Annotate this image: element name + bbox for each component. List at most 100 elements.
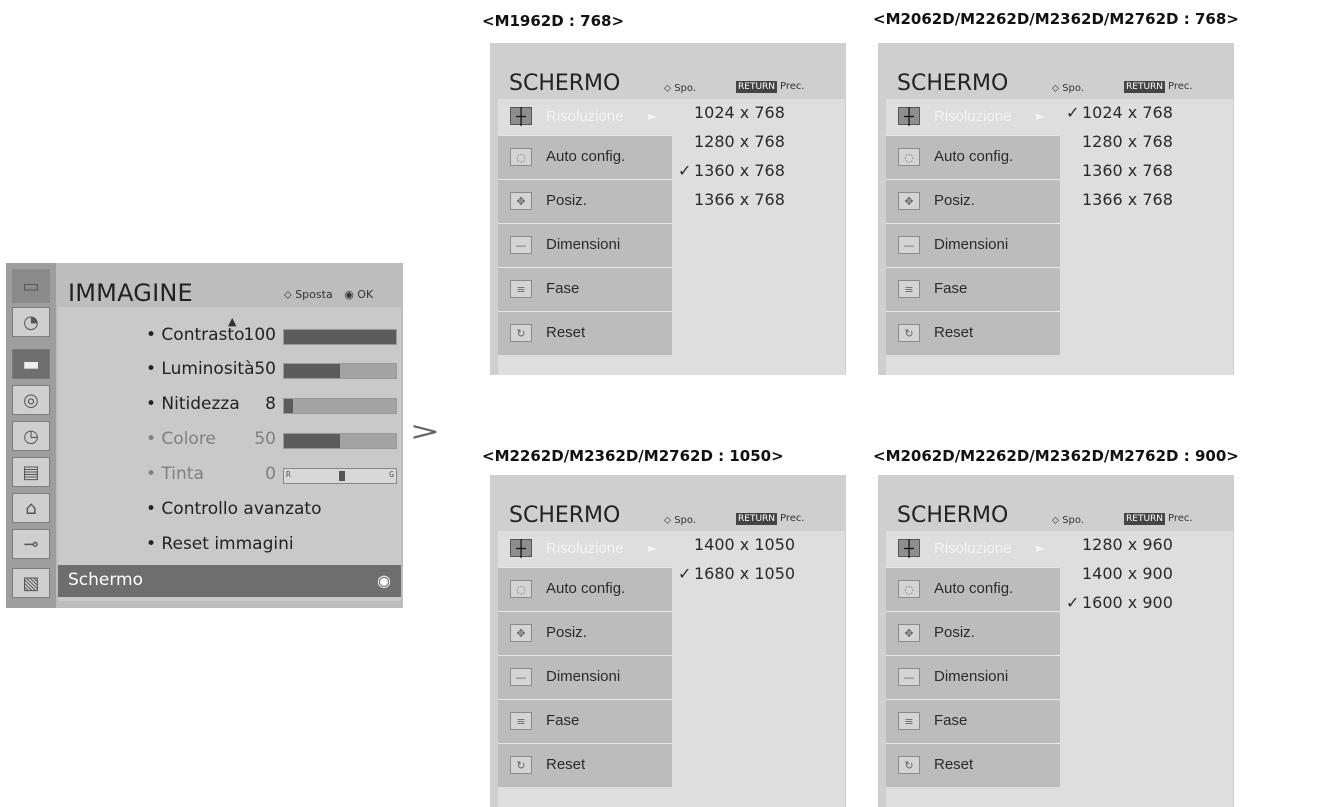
menu-item-label: Reset [546,756,586,773]
menu-item-auto-config[interactable]: ◌ Auto config. [498,135,672,179]
usb-photo-icon[interactable]: ▧ [12,568,50,598]
menu-item-risoluzione[interactable]: ┼ Risoluzione ► [886,531,1066,567]
clock-icon[interactable]: ◷ [12,421,50,451]
setting-label: • Nitidezza [146,394,240,414]
return-label: Prec. [1168,513,1193,524]
resolution-option[interactable]: 1280 x 768 [678,132,785,151]
submenu-arrow-icon: ► [648,541,658,555]
input-plug-icon[interactable]: ⊸ [12,529,50,559]
move-arrows-icon: ⬦ [664,83,671,94]
resolution-option[interactable]: 1360 x 768 [1066,161,1173,180]
menu-item-reset[interactable]: ↻ Reset [498,743,672,787]
menu-item-reset[interactable]: ↻ Reset [886,311,1060,355]
phase-icon: ≡ [898,280,920,298]
resolution-option[interactable]: 1366 x 768 [1066,190,1173,209]
resolution-option[interactable]: ✓ 1680 x 1050 [678,564,795,583]
resolution-option[interactable]: 1280 x 768 [1066,132,1173,151]
reset-icon: ↻ [898,324,920,342]
satellite-dish-icon[interactable]: ◔ [12,307,50,337]
move-arrows-icon: ⬦ [284,288,292,301]
menu-item-risoluzione[interactable]: ┼ Risoluzione ► [886,99,1066,135]
setting-label: • Colore [146,429,216,449]
tint-red-label: R [286,470,291,479]
schermo-menu: ┼ Risoluzione ► ◌ Auto config. ✥ Posiz. — Dimens… [498,531,845,807]
position-arrows-icon: ✥ [898,192,920,210]
resolution-option[interactable]: ✓ 1360 x 768 [678,161,785,180]
menu-item-label: Dimensioni [546,668,621,685]
tv-icon: ▭ [12,269,50,303]
menu-item-auto-config[interactable]: ◌ Auto config. [886,135,1060,179]
menu-item-label: Auto config. [934,580,1014,597]
checkmark-icon: ✓ [678,564,692,583]
hint-move-label: Spo. [674,515,697,526]
menu-item-dimensioni[interactable]: — Dimensioni [886,655,1060,699]
auto-config-icon: ◌ [510,580,532,598]
schermo-panel: SCHERMO ⬦ Spo. RETURN Prec. ┼ Risoluzione ► ◌ Au… [490,475,846,807]
menu-item-reset[interactable]: ↻ Reset [886,743,1060,787]
resolution-option-label: 1024 x 768 [694,103,785,122]
category-sidebar: ▭ ◔ ▬ ◎ ◷ ▤ ⌂ ⊸ ▧ [6,263,56,608]
schermo-menu: ┼ Risoluzione ► ◌ Auto config. ✥ Posiz. — Dimens… [886,531,1233,807]
panel-title: SCHERMO [897,503,1009,528]
menu-item-auto-config[interactable]: ◌ Auto config. [498,567,672,611]
menu-item-dimensioni[interactable]: — Dimensioni [498,655,672,699]
menu-item-label: Posiz. [934,624,975,641]
menu-item-fase[interactable]: ≡ Fase [498,699,672,743]
menu-item-fase[interactable]: ≡ Fase [498,267,672,311]
resolution-option[interactable]: 1400 x 900 [1066,564,1173,583]
menu-item-dimensioni[interactable]: — Dimensioni [886,223,1060,267]
brightness-bar[interactable] [283,363,397,379]
speaker-icon[interactable]: ◎ [12,385,50,415]
resolution-option[interactable]: 1366 x 768 [678,190,785,209]
immagine-menu: ▭ ◔ ▬ ◎ ◷ ▤ ⌂ ⊸ ▧ IMMAGINE ⬦ Sposta ◉ OK… [6,263,403,608]
resolution-option-label: 1400 x 1050 [694,535,796,554]
menu-item-fase[interactable]: ≡ Fase [886,267,1060,311]
menu-item-fase[interactable]: ≡ Fase [886,699,1060,743]
checkmark-icon: ✓ [1066,103,1080,122]
menu-item-reset[interactable]: ↻ Reset [498,311,672,355]
panel-title: SCHERMO [509,503,621,528]
menu-item-label: Dimensioni [934,236,1009,253]
resolution-option[interactable]: 1400 x 1050 [678,535,795,554]
contrast-bar[interactable] [283,329,397,345]
panel-hint-move: ⬦ Spo. [664,515,696,526]
menu-item-posiz[interactable]: ✥ Posiz. [886,179,1060,223]
checkmark-icon: ✓ [1066,593,1080,612]
move-arrows-icon: ⬦ [1052,515,1059,526]
menu-item-posiz[interactable]: ✥ Posiz. [886,611,1060,655]
resolution-option[interactable]: 1280 x 960 [1066,535,1173,554]
menu-item-dimensioni[interactable]: — Dimensioni [498,223,672,267]
sharpness-bar[interactable] [283,398,397,414]
resolution-option[interactable]: ✓ 1600 x 900 [1066,593,1173,612]
position-arrows-icon: ✥ [898,624,920,642]
setting-value: 8 [265,394,276,414]
return-key-tag: RETURN [736,81,778,93]
resolution-option-label: 1360 x 768 [694,161,785,180]
menu-item-label: Risoluzione [934,540,1012,557]
phase-icon: ≡ [510,712,532,730]
lock-icon[interactable]: ⌂ [12,493,50,523]
menu-item-posiz[interactable]: ✥ Posiz. [498,179,672,223]
resolution-option[interactable]: 1024 x 768 [678,103,785,122]
resolution-option[interactable]: ✓ 1024 x 768 [1066,103,1173,122]
schermo-selected-item[interactable]: Schermo ◉ [58,565,401,597]
submenu-arrow-icon: ► [1036,109,1046,123]
menu-item-risoluzione[interactable]: ┼ Risoluzione ► [498,531,678,567]
tint-bar: R G [283,468,397,484]
option-icon[interactable]: ▤ [12,457,50,487]
panel-caption: <M1962D : 768> [482,12,625,30]
schermo-panel: SCHERMO ⬦ Spo. RETURN Prec. ┼ Risoluzione ► ◌ Au… [490,43,846,375]
picture-icon[interactable]: ▬ [12,349,50,379]
panel-hint-move: ⬦ Spo. [664,83,696,94]
checkmark-icon: ✓ [678,161,692,180]
menu-item-auto-config[interactable]: ◌ Auto config. [886,567,1060,611]
menu-hint: ⬦ Sposta ◉ OK [284,288,373,302]
hint-move-label: Spo. [1062,515,1085,526]
setting-label: • Controllo avanzato [146,499,322,519]
position-arrows-icon: ✥ [510,624,532,642]
ok-radio-icon: ◉ [344,288,354,301]
reset-icon: ↻ [510,324,532,342]
menu-item-posiz[interactable]: ✥ Posiz. [498,611,672,655]
color-bar [283,433,397,449]
menu-item-risoluzione[interactable]: ┼ Risoluzione ► [498,99,678,135]
